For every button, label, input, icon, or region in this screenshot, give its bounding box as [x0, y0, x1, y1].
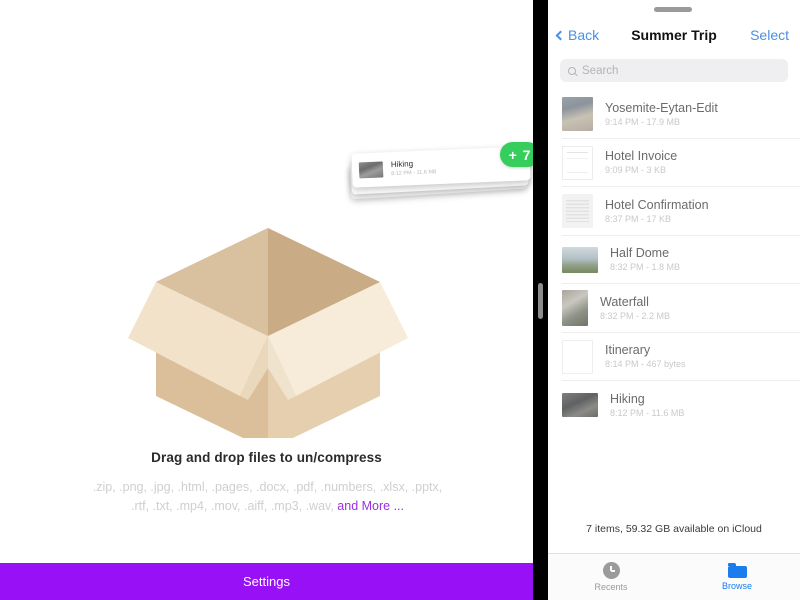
tab-browse[interactable]: Browse — [674, 554, 800, 600]
files-app-pane: Back Summer Trip Select Search Yosemite-… — [548, 0, 800, 600]
split-view-divider[interactable] — [533, 0, 548, 600]
search-placeholder: Search — [582, 64, 619, 77]
drag-card-file-meta: 8:12 PM - 11.6 MB — [391, 169, 437, 178]
search-input[interactable]: Search — [560, 59, 788, 82]
search-icon — [568, 66, 576, 75]
list-item[interactable]: Half Dome 8:32 PM - 1.8 MB — [548, 236, 800, 285]
settings-button-label: Settings — [243, 574, 290, 589]
select-button[interactable]: Select — [750, 27, 789, 43]
file-name: Yosemite-Eytan-Edit — [605, 100, 718, 115]
drag-preview-stack[interactable]: Hiking 8:12 PM - 11.6 MB + 7 — [348, 142, 533, 200]
file-name: Hotel Invoice — [605, 149, 678, 164]
list-item[interactable]: Waterfall 8:32 PM - 2.2 MB — [548, 284, 800, 333]
file-meta: 8:32 PM - 2.2 MB — [600, 310, 671, 321]
drag-count-badge: + 7 — [500, 142, 533, 167]
clock-icon — [602, 562, 620, 579]
file-thumbnail — [562, 339, 593, 374]
file-meta: 8:12 PM - 11.6 MB — [610, 407, 685, 418]
status-text: 7 items, 59.32 GB available on iCloud — [586, 523, 762, 535]
open-cardboard-box-icon — [108, 168, 428, 450]
page-title: Drag and drop files to un/compress — [151, 450, 382, 465]
file-name: Itinerary — [605, 343, 651, 358]
and-more-link[interactable]: and More ... — [337, 499, 404, 513]
file-thumbnail — [562, 290, 588, 327]
file-name: Hotel Confirmation — [605, 197, 709, 212]
split-view-window: Hiking 8:12 PM - 11.6 MB + 7 Drag and dr… — [0, 0, 800, 600]
file-thumbnail — [562, 97, 593, 132]
supported-extensions-text: .zip, .png, .jpg, .html, .pages, .docx, … — [90, 478, 445, 516]
compressor-app-pane: Hiking 8:12 PM - 11.6 MB + 7 Drag and dr… — [0, 0, 533, 600]
list-item[interactable]: Yosemite-Eytan-Edit 9:14 PM - 17.9 MB — [548, 90, 800, 139]
file-name: Half Dome — [610, 246, 670, 261]
file-list: Yosemite-Eytan-Edit 9:14 PM - 17.9 MB Hote… — [548, 90, 800, 430]
file-thumbnail — [562, 145, 593, 180]
sheet-grabber-icon[interactable] — [654, 7, 692, 12]
tab-bar: Recents Browse — [548, 553, 800, 600]
file-meta: 9:14 PM - 17.9 MB — [605, 116, 681, 127]
navigation-bar: Back Summer Trip Select — [548, 19, 800, 51]
file-meta: 8:37 PM - 17 KB — [605, 213, 672, 224]
file-name: Waterfall — [600, 294, 649, 309]
drag-card-thumbnail — [358, 161, 384, 179]
drag-handle-icon[interactable] — [538, 283, 543, 319]
tab-browse-label: Browse — [721, 581, 752, 591]
file-meta: 8:32 PM - 1.8 MB — [610, 262, 681, 273]
file-meta: 8:14 PM - 467 bytes — [605, 359, 686, 370]
tab-recents-label: Recents — [594, 582, 628, 592]
list-item[interactable]: Hotel Invoice 9:09 PM - 3 KB — [548, 139, 800, 188]
file-name: Hiking — [610, 391, 645, 406]
list-item[interactable]: Hiking 8:12 PM - 11.6 MB — [548, 381, 800, 430]
tab-recents[interactable]: Recents — [548, 554, 674, 600]
list-item[interactable]: Hotel Confirmation 8:37 PM - 17 KB — [548, 187, 800, 236]
settings-button[interactable]: Settings — [0, 563, 533, 600]
list-item[interactable]: Itinerary 8:14 PM - 467 bytes — [548, 333, 800, 382]
file-thumbnail — [562, 246, 598, 273]
file-thumbnail — [562, 393, 598, 418]
file-thumbnail — [562, 194, 593, 229]
folder-icon — [727, 563, 747, 578]
file-meta: 9:09 PM - 3 KB — [605, 165, 667, 176]
